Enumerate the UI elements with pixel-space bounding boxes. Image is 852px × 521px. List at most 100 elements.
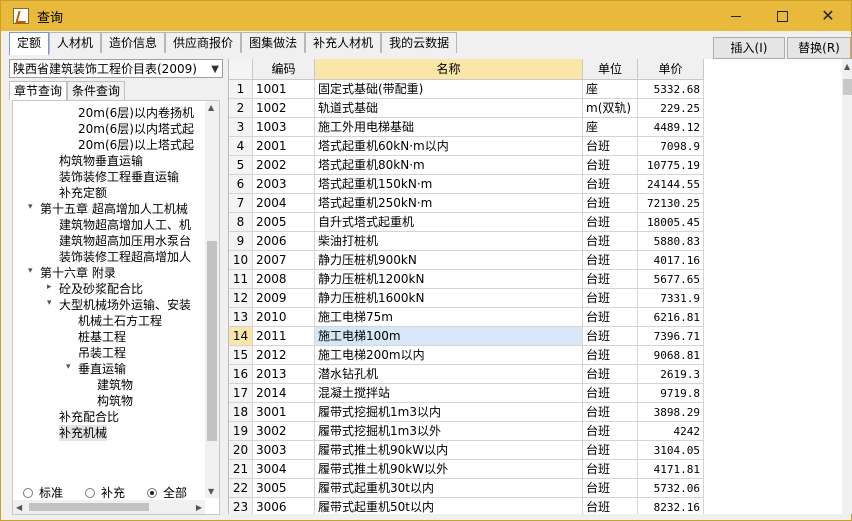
name-cell[interactable]: 履带式挖掘机1m3以内: [315, 403, 583, 422]
expand-caret-icon[interactable]: ▸: [47, 282, 52, 292]
tree-item[interactable]: 补充定额: [59, 185, 107, 201]
title-bar[interactable]: 查询 ✕: [1, 1, 851, 31]
table-row[interactable]: 16 2013 潜水钻孔机 台班 2619.3: [229, 365, 704, 384]
maximize-button[interactable]: [759, 1, 805, 31]
tab-supplementary-lmm[interactable]: 补充人材机: [305, 32, 382, 53]
code-cell[interactable]: 3002: [253, 422, 315, 441]
unit-cell[interactable]: 台班: [583, 213, 638, 232]
name-cell[interactable]: 静力压桩机1600kN: [315, 289, 583, 308]
code-cell[interactable]: 1001: [253, 80, 315, 99]
table-row[interactable]: 3 1003 施工外用电梯基础座 4489.12: [229, 118, 704, 137]
price-cell[interactable]: 5332.68: [638, 80, 704, 99]
table-row[interactable]: 8 2005 自升式塔式起重机 台班 18005.45: [229, 213, 704, 232]
name-cell[interactable]: 履带式起重机50t以内: [315, 498, 583, 514]
insert-button[interactable]: 插入(I): [713, 37, 785, 59]
price-cell[interactable]: 7331.9: [638, 289, 704, 308]
code-cell[interactable]: 2001: [253, 137, 315, 156]
table-row[interactable]: 22 3005 履带式起重机30t以内 台班 5732.06: [229, 479, 704, 498]
table-row[interactable]: 21 3004 履带式推土机90kW以外 台班 4171.81: [229, 460, 704, 479]
unit-cell[interactable]: 台班: [583, 232, 638, 251]
table-row[interactable]: 19 3002 履带式挖掘机1m3以外 台班 4242: [229, 422, 704, 441]
name-cell[interactable]: 施工外用电梯基础: [315, 118, 583, 137]
code-cell[interactable]: 3004: [253, 460, 315, 479]
price-cell[interactable]: 24144.55: [638, 175, 704, 194]
collapse-caret-icon[interactable]: ▾: [28, 266, 33, 276]
scroll-left-icon[interactable]: ◀: [16, 503, 22, 512]
name-cell[interactable]: 施工电梯100m: [315, 327, 583, 346]
unit-cell[interactable]: 台班: [583, 479, 638, 498]
price-cell[interactable]: 18005.45: [638, 213, 704, 232]
table-row[interactable]: 7 2004 塔式起重机250kN·m 台班 72130.25: [229, 194, 704, 213]
price-cell[interactable]: 8232.16: [638, 498, 704, 514]
price-cell[interactable]: 10775.19: [638, 156, 704, 175]
minimize-button[interactable]: [713, 1, 759, 31]
tree-item[interactable]: 垂直运输: [78, 361, 126, 377]
tab-labor-material-machine[interactable]: 人材机: [49, 32, 102, 53]
price-cell[interactable]: 5732.06: [638, 479, 704, 498]
tree-item[interactable]: 20m(6层)以上塔式起: [78, 137, 194, 153]
unit-cell[interactable]: 台班: [583, 270, 638, 289]
price-cell[interactable]: 5880.83: [638, 232, 704, 251]
tab-condition-search[interactable]: 条件查询: [67, 81, 126, 100]
col-header-name[interactable]: 名称: [315, 59, 583, 80]
tree-item[interactable]: 第十六章 附录: [40, 265, 116, 281]
radio-supplement[interactable]: 补充: [85, 484, 125, 501]
tab-quota[interactable]: 定额: [9, 32, 50, 55]
code-cell[interactable]: 3006: [253, 498, 315, 514]
price-cell[interactable]: 9719.8: [638, 384, 704, 403]
name-cell[interactable]: 自升式塔式起重机: [315, 213, 583, 232]
close-button[interactable]: ✕: [805, 1, 851, 31]
tree-scroll-thumb[interactable]: [207, 241, 217, 441]
price-cell[interactable]: 4017.16: [638, 251, 704, 270]
col-header-unit[interactable]: 单位: [583, 59, 638, 80]
name-cell[interactable]: 混凝土搅拌站: [315, 384, 583, 403]
name-cell[interactable]: 履带式起重机30t以内: [315, 479, 583, 498]
name-cell[interactable]: 施工电梯75m: [315, 308, 583, 327]
unit-cell[interactable]: m(双轨): [583, 99, 638, 118]
unit-cell[interactable]: 台班: [583, 403, 638, 422]
code-cell[interactable]: 3005: [253, 479, 315, 498]
table-vertical-scrollbar[interactable]: ▲: [842, 59, 852, 514]
table-row[interactable]: 9 2006 柴油打桩机 台班 5880.83: [229, 232, 704, 251]
table-row[interactable]: 20 3003 履带式推土机90kW以内 台班 3104.05: [229, 441, 704, 460]
code-cell[interactable]: 2009: [253, 289, 315, 308]
name-cell[interactable]: 静力压桩机1200kN: [315, 270, 583, 289]
table-row[interactable]: 6 2003 塔式起重机150kN·m 台班 24144.55: [229, 175, 704, 194]
price-cell[interactable]: 9068.81: [638, 346, 704, 365]
code-cell[interactable]: 2006: [253, 232, 315, 251]
table-row[interactable]: 4 2001 塔式起重机60kN·m以内 台班 7098.9: [229, 137, 704, 156]
unit-cell[interactable]: 台班: [583, 175, 638, 194]
tab-cost-info[interactable]: 造价信息: [101, 32, 166, 53]
price-cell[interactable]: 3104.05: [638, 441, 704, 460]
name-cell[interactable]: 潜水钻孔机: [315, 365, 583, 384]
code-cell[interactable]: 2014: [253, 384, 315, 403]
tab-chapter-search[interactable]: 章节查询: [9, 81, 68, 100]
code-cell[interactable]: 2008: [253, 270, 315, 289]
table-row[interactable]: 14 2011 施工电梯100m 台班 7396.71: [229, 327, 704, 346]
col-header-price[interactable]: 单价: [638, 59, 704, 80]
scroll-right-icon[interactable]: ▶: [196, 503, 202, 512]
chapter-tree[interactable]: 20m(6层)以内卷扬机 20m(6层)以内塔式起 20m(6层)以上塔式起 构筑物垂…: [12, 100, 220, 515]
code-cell[interactable]: 2003: [253, 175, 315, 194]
name-cell[interactable]: 轨道式基础: [315, 99, 583, 118]
unit-cell[interactable]: 台班: [583, 441, 638, 460]
name-cell[interactable]: 静力压桩机900kN: [315, 251, 583, 270]
unit-cell[interactable]: 台班: [583, 384, 638, 403]
price-cell[interactable]: 4489.12: [638, 118, 704, 137]
unit-cell[interactable]: 座: [583, 80, 638, 99]
name-cell[interactable]: 塔式起重机150kN·m: [315, 175, 583, 194]
price-cell[interactable]: 7098.9: [638, 137, 704, 156]
tree-horizontal-scrollbar[interactable]: ◀ ▶: [13, 500, 205, 514]
tree-item[interactable]: 补充机械: [59, 425, 108, 441]
table-row[interactable]: 13 2010 施工电梯75m 台班 6216.81: [229, 308, 704, 327]
table-row[interactable]: 15 2012 施工电梯200m以内 台班 9068.81: [229, 346, 704, 365]
unit-cell[interactable]: 台班: [583, 422, 638, 441]
tree-hscroll-thumb[interactable]: [29, 503, 149, 511]
name-cell[interactable]: 塔式起重机80kN·m: [315, 156, 583, 175]
scroll-up-icon[interactable]: ▲: [844, 62, 850, 71]
unit-cell[interactable]: 台班: [583, 498, 638, 514]
tab-supplier-quote[interactable]: 供应商报价: [165, 32, 242, 53]
radio-all[interactable]: 全部: [147, 484, 187, 501]
machine-table[interactable]: 编码 名称 单位 单价 1 1001 固定式基础(带配重) 座 5332.68 2 1002…: [228, 59, 843, 514]
collapse-caret-icon[interactable]: ▾: [47, 298, 52, 308]
